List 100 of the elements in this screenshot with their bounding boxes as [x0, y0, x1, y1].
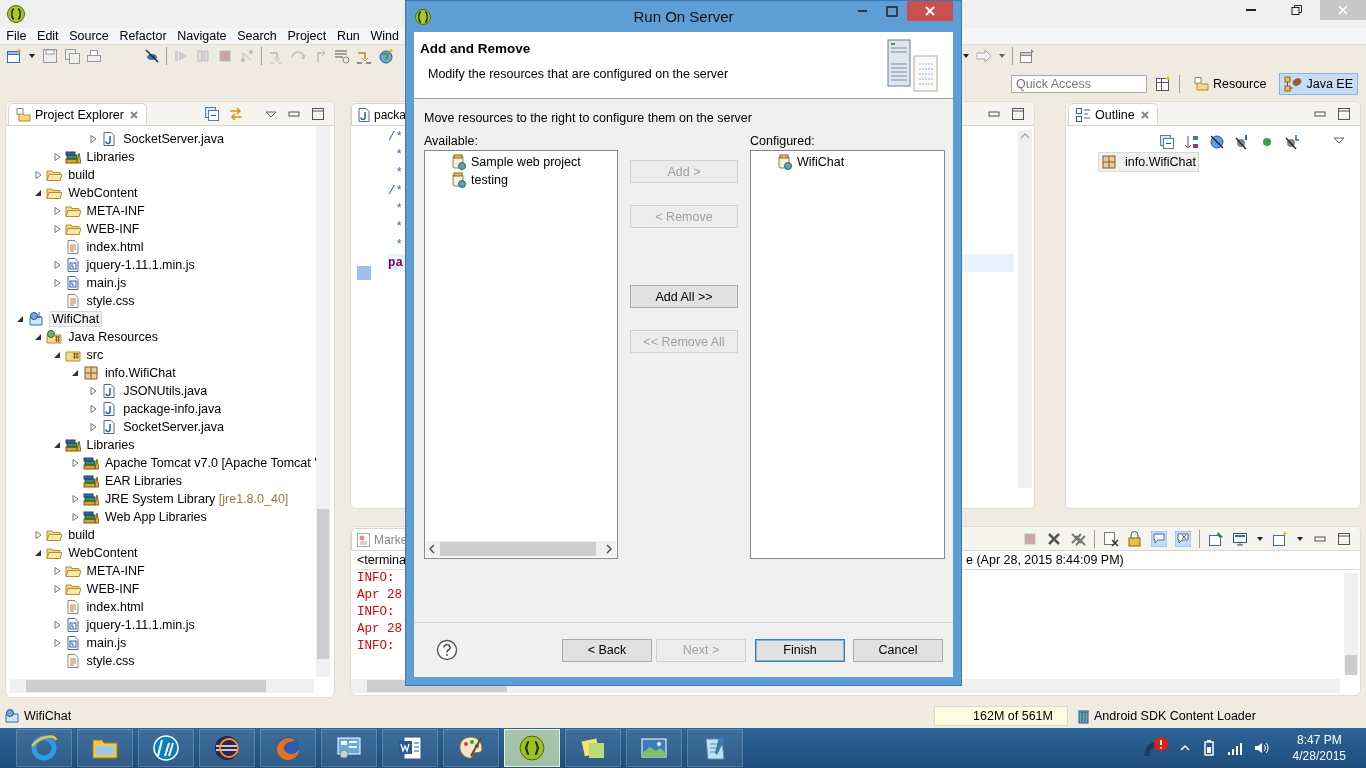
tree-item[interactable]: WebContent — [65, 185, 141, 201]
tree-item[interactable]: EAR Libraries — [101, 473, 185, 489]
tree-item[interactable]: Web App Libraries — [101, 509, 210, 525]
tree-item[interactable]: index.html — [83, 599, 147, 615]
crossed-out-icon[interactable] — [144, 48, 160, 64]
save-icon[interactable] — [42, 48, 58, 64]
close-icon[interactable] — [127, 108, 140, 121]
dialog-button[interactable]: Finish — [755, 638, 845, 662]
outline-item[interactable]: info.WifiChat — [1098, 152, 1199, 172]
expand-toggle-icon[interactable] — [51, 584, 62, 594]
close-icon[interactable] — [1138, 108, 1151, 121]
expand-toggle-icon[interactable] — [51, 566, 62, 576]
available-list[interactable]: Sample web project testing — [424, 150, 618, 559]
quick-access-field[interactable]: Quick Access — [1010, 75, 1147, 93]
up-caret-icon[interactable] — [1178, 743, 1191, 753]
maximize-icon[interactable] — [1336, 105, 1352, 122]
expand-toggle-icon[interactable] — [69, 494, 80, 504]
expand-toggle-icon[interactable] — [88, 422, 99, 432]
scrollbar[interactable] — [1344, 573, 1358, 673]
expand-toggle-icon[interactable] — [51, 620, 62, 630]
list-item[interactable]: Sample web project — [449, 153, 583, 171]
menu-item[interactable]: Wind — [365, 29, 405, 43]
link-arrows-icon[interactable] — [228, 105, 244, 122]
expand-toggle-icon[interactable] — [51, 278, 62, 288]
clock-time[interactable]: 8:47 PM — [1296, 733, 1342, 747]
collapse-toggle-icon[interactable] — [33, 548, 44, 558]
tree-item[interactable]: WifiChat — [49, 311, 103, 327]
tree-item[interactable]: style.css — [83, 293, 138, 309]
filter-icon[interactable] — [1284, 134, 1300, 150]
expand-toggle-icon[interactable] — [69, 512, 80, 522]
expand-toggle-icon[interactable] — [51, 638, 62, 648]
tree-item[interactable]: src — [83, 347, 107, 363]
view-tab[interactable]: Project Explorer — [8, 103, 147, 125]
tree-item[interactable]: jquery-1.11.1.min.js — [83, 257, 198, 273]
collapse-toggle-icon[interactable] — [15, 314, 25, 324]
view-tab[interactable]: Outline — [1068, 103, 1158, 125]
maximize-icon[interactable] — [1336, 530, 1352, 547]
tree-item[interactable]: build — [65, 167, 98, 183]
scrollbar[interactable] — [10, 679, 314, 693]
maximize-icon[interactable] — [310, 105, 326, 122]
tree-item[interactable]: Libraries — [83, 149, 138, 165]
tree-item[interactable]: index.html — [83, 239, 147, 255]
expand-toggle-icon[interactable] — [88, 386, 99, 396]
dialog-button[interactable]: < Back — [562, 638, 652, 662]
menu-item[interactable]: Run — [331, 29, 366, 43]
sort-icon[interactable] — [1184, 134, 1200, 150]
tree-item[interactable]: build — [65, 527, 98, 543]
collapse-toggle-icon[interactable] — [33, 332, 44, 342]
remove-icon[interactable] — [1046, 530, 1062, 547]
tree-item[interactable]: jquery-1.11.1.min.js — [83, 617, 198, 633]
menu-item[interactable]: File — [1, 29, 32, 43]
collapse-all-icon[interactable] — [1159, 134, 1175, 150]
scrollbar[interactable] — [1018, 130, 1032, 488]
expand-toggle-icon[interactable] — [51, 206, 62, 216]
speech-bubble-icon[interactable] — [1151, 530, 1167, 547]
save-all-icon[interactable] — [64, 48, 80, 64]
expand-toggle-icon[interactable] — [33, 170, 44, 180]
list-item[interactable]: testing — [449, 171, 510, 189]
perspective-button[interactable]: Resource — [1187, 73, 1272, 95]
tree-item[interactable]: style.css — [83, 653, 138, 669]
expand-toggle-icon[interactable] — [33, 530, 44, 540]
menu-item[interactable]: Search — [231, 29, 283, 43]
expand-toggle-icon[interactable] — [88, 134, 99, 144]
tree-item[interactable]: info.WifiChat — [101, 365, 179, 381]
list-icon[interactable] — [334, 48, 350, 64]
pinned-window-icon[interactable] — [1019, 48, 1035, 64]
menu-item[interactable]: Project — [282, 29, 332, 43]
configured-list[interactable]: WifiChat — [750, 150, 945, 559]
monitor-icon[interactable] — [1232, 530, 1248, 547]
menu-item[interactable]: Source — [63, 29, 115, 43]
expand-toggle-icon[interactable] — [88, 404, 99, 414]
lock-icon[interactable] — [1127, 530, 1143, 547]
tree-item[interactable]: SocketServer.java — [120, 419, 227, 435]
list-item[interactable]: WifiChat — [775, 153, 847, 171]
tree-item[interactable]: package-info.java — [120, 401, 225, 417]
collapse-all-icon[interactable] — [204, 105, 220, 122]
tree-item[interactable]: JSONUtils.java — [120, 383, 211, 399]
tree-item[interactable]: JRE System Library [jre1.8.0_40] — [101, 491, 292, 507]
speaker-icon[interactable] — [1252, 740, 1269, 756]
tree-item[interactable]: SocketServer.java — [120, 131, 227, 147]
tree-item[interactable]: META-INF — [83, 563, 148, 579]
progress-job-text[interactable]: Android SDK Content Loader — [1094, 709, 1256, 723]
tree-item[interactable]: WEB-INF — [83, 221, 143, 237]
perspective-button[interactable]: Java EE — [1279, 73, 1358, 95]
collapse-toggle-icon[interactable] — [33, 188, 44, 198]
tree-item[interactable]: Apache Tomcat v7.0 [Apache Tomcat ' — [101, 455, 320, 471]
expand-toggle-icon[interactable] — [51, 224, 62, 234]
filter-icon[interactable] — [1209, 134, 1225, 150]
tree-item[interactable]: main.js — [83, 635, 130, 651]
expand-toggle-icon[interactable] — [69, 458, 80, 468]
view-menu-icon[interactable] — [1332, 134, 1346, 146]
scrollbar[interactable] — [316, 126, 330, 677]
tree-item[interactable]: main.js — [83, 275, 130, 291]
maximize-icon[interactable] — [1010, 105, 1026, 122]
new-window-icon[interactable] — [6, 48, 22, 64]
clear-icon[interactable] — [1103, 530, 1119, 547]
speech-bubble-icon[interactable] — [1175, 530, 1191, 547]
tree-item[interactable]: Java Resources — [65, 329, 161, 345]
print-icon[interactable] — [86, 48, 102, 64]
forward-arrow-icon[interactable] — [976, 48, 992, 64]
